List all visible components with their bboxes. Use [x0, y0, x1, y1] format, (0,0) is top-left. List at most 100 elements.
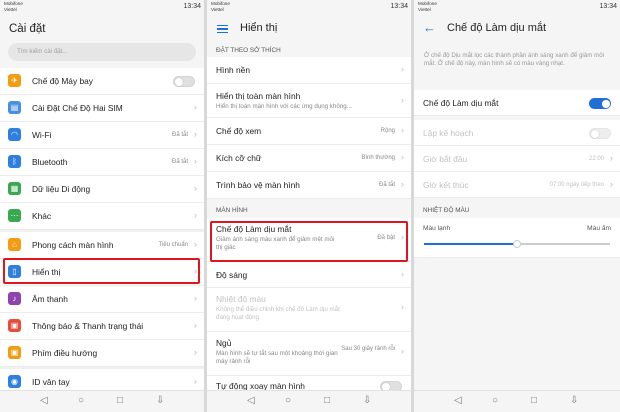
status-time: 13:34 — [599, 3, 617, 10]
chevron-right-icon: › — [194, 320, 197, 330]
chevron-right-icon: › — [194, 210, 197, 220]
settings-item[interactable]: ⌂ Phong cách màn hình Tiêu chuẩn › — [0, 232, 204, 259]
screenshot-frame: Mobifone Viettel 13:34 Cài đặt Tìm kiếm c… — [0, 0, 620, 412]
screensaver-item[interactable]: Trình bảo vệ màn hình Đã tắt › — [207, 172, 411, 199]
back-arrow-icon[interactable]: ← — [423, 20, 436, 35]
settings-panel: Mobifone Viettel 13:34 Cài đặt Tìm kiếm c… — [0, 0, 204, 412]
fullscreen-item[interactable]: Hiển thị toàn màn hình Hiển thị toàn màn… — [207, 84, 411, 118]
settings-item-label: Thông báo & Thanh trạng thái — [32, 321, 144, 331]
settings-item-value: Tiêu chuẩn — [158, 242, 188, 248]
menu-icon[interactable] — [217, 25, 228, 34]
home-nav-icon[interactable]: ○ — [285, 395, 291, 406]
schedule-item[interactable]: Lập kế hoạch — [414, 120, 620, 146]
chevron-right-icon: › — [194, 183, 197, 193]
settings-item[interactable]: ✈ Chế độ Máy bay — [0, 68, 204, 95]
chevron-right-icon: › — [194, 376, 197, 386]
wallpaper-item[interactable]: Hình nền › — [207, 57, 411, 84]
airplane-icon: ✈ — [8, 74, 21, 87]
status-time: 13:34 — [183, 3, 201, 10]
section-header: NHIỆT ĐỘ MÀU — [423, 207, 470, 214]
section-header: ĐẶT THEO SỞ THÍCH — [216, 47, 281, 54]
title-bar: Cài đặt — [0, 14, 204, 40]
section-header: MÀN HÌNH — [216, 207, 248, 214]
settings-item[interactable]: ▤ Cài Đặt Chế Độ Hai SIM › — [0, 95, 204, 122]
settings-item-label: Dữ liệu Di động — [32, 184, 91, 194]
search-input[interactable]: Tìm kiếm cài đặt... — [8, 43, 196, 61]
settings-item-label: Wi-Fi — [32, 130, 52, 140]
nav-bar: ◁ ○ □ ⇩ — [414, 390, 620, 412]
settings-item-label: Chế độ Máy bay — [32, 76, 93, 86]
settings-list: ✈ Chế độ Máy bay ▤ Cài Đặt Chế Độ Hai SIM › ◠… — [0, 68, 204, 396]
recent-nav-icon[interactable]: □ — [117, 395, 123, 406]
start-time-item[interactable]: Giờ bắt đầu 22:00 › — [414, 146, 620, 172]
chevron-right-icon: › — [194, 156, 197, 166]
home-nav-icon[interactable]: ○ — [78, 395, 84, 406]
page-title: Cài đặt — [9, 23, 46, 35]
sleep-item[interactable]: Ngủ Màn hình sẽ tự tắt sau một khoảng th… — [207, 332, 411, 376]
notification-nav-icon[interactable]: ⇩ — [363, 395, 371, 406]
home-style-icon: ⌂ — [8, 238, 21, 251]
settings-item-label: Cài Đặt Chế Độ Hai SIM — [32, 103, 123, 113]
back-nav-icon[interactable]: ◁ — [40, 395, 48, 406]
settings-item[interactable]: ᛒ Bluetooth Đã tắt › — [0, 149, 204, 176]
back-nav-icon[interactable]: ◁ — [247, 395, 255, 406]
chevron-right-icon: › — [401, 125, 404, 135]
chevron-right-icon: › — [401, 179, 404, 189]
settings-item[interactable]: ▣ Phím điều hướng › — [0, 340, 204, 367]
chevron-right-icon: › — [194, 102, 197, 112]
recent-nav-icon[interactable]: □ — [324, 395, 330, 406]
eye-comfort-toggle[interactable] — [589, 98, 611, 109]
more-icon: ⋯ — [8, 209, 21, 222]
settings-item[interactable]: ♪ Âm thanh › — [0, 286, 204, 313]
eye-comfort-toggle-item[interactable]: Chế độ Làm dịu mắt — [414, 90, 620, 116]
settings-item-label: Khác — [32, 211, 52, 221]
settings-item[interactable]: ⋯ Khác › — [0, 203, 204, 230]
notification-nav-icon[interactable]: ⇩ — [570, 395, 578, 406]
highlight-box — [3, 258, 200, 284]
schedule-toggle[interactable] — [589, 128, 611, 139]
chevron-right-icon: › — [401, 64, 404, 74]
mobile-data-icon: ▦ — [8, 182, 21, 195]
settings-item-label: Phong cách màn hình — [32, 240, 114, 250]
notification-nav-icon[interactable]: ⇩ — [156, 395, 164, 406]
title-bar: Hiển thị — [207, 14, 411, 40]
fingerprint-icon: ◉ — [8, 375, 21, 388]
status-time: 13:34 — [390, 3, 408, 10]
status-bar: Mobifone Viettel 13:34 — [207, 0, 411, 14]
sound-icon: ♪ — [8, 292, 21, 305]
airplane-mode-toggle[interactable] — [173, 76, 195, 87]
settings-item[interactable]: ▦ Dữ liệu Di động › — [0, 176, 204, 203]
settings-item-label: Âm thanh — [32, 294, 68, 304]
chevron-right-icon: › — [401, 269, 404, 279]
chevron-right-icon: › — [401, 302, 404, 312]
navigation-key-icon: ▣ — [8, 346, 21, 359]
view-mode-item[interactable]: Chế độ xem Rộng › — [207, 118, 411, 145]
settings-item[interactable]: ◠ Wi-Fi Đã tắt › — [0, 122, 204, 149]
back-nav-icon[interactable]: ◁ — [454, 395, 462, 406]
description-text: Ở chế độ Dịu mắt lọc các thành phần ánh … — [424, 52, 605, 67]
settings-item-label: Bluetooth — [32, 157, 68, 167]
brightness-item[interactable]: Độ sáng › — [207, 262, 411, 288]
recent-nav-icon[interactable]: □ — [531, 395, 537, 406]
end-time-item[interactable]: Giờ kết thúc 07:00 ngày tiếp theo › — [414, 172, 620, 198]
settings-item-value: Đã tắt — [171, 159, 188, 165]
home-nav-icon[interactable]: ○ — [492, 395, 498, 406]
chevron-right-icon: › — [401, 95, 404, 105]
status-bar: Mobifone Viettel 13:34 — [414, 0, 620, 14]
status-bar: Mobifone Viettel 13:34 — [0, 0, 204, 14]
color-temperature-slider[interactable] — [424, 240, 610, 248]
chevron-right-icon: › — [194, 129, 197, 139]
settings-item-label: ID vân tay — [32, 377, 70, 387]
notification-icon: ▣ — [8, 319, 21, 332]
eye-comfort-panel: Mobifone Viettel 13:34 ← Chế độ Làm dịu m… — [414, 0, 620, 412]
carrier-labels: Mobifone Viettel — [4, 1, 23, 12]
slider-knob[interactable] — [513, 240, 521, 248]
carrier-labels: Mobifone Viettel — [211, 1, 230, 12]
settings-item[interactable]: ▣ Thông báo & Thanh trạng thái › — [0, 313, 204, 340]
chevron-right-icon: › — [610, 153, 613, 163]
chevron-right-icon: › — [610, 179, 613, 189]
highlight-box — [210, 221, 408, 262]
chevron-right-icon: › — [401, 346, 404, 356]
chevron-right-icon: › — [194, 293, 197, 303]
font-size-item[interactable]: Kích cỡ chữ Bình thường › — [207, 145, 411, 172]
